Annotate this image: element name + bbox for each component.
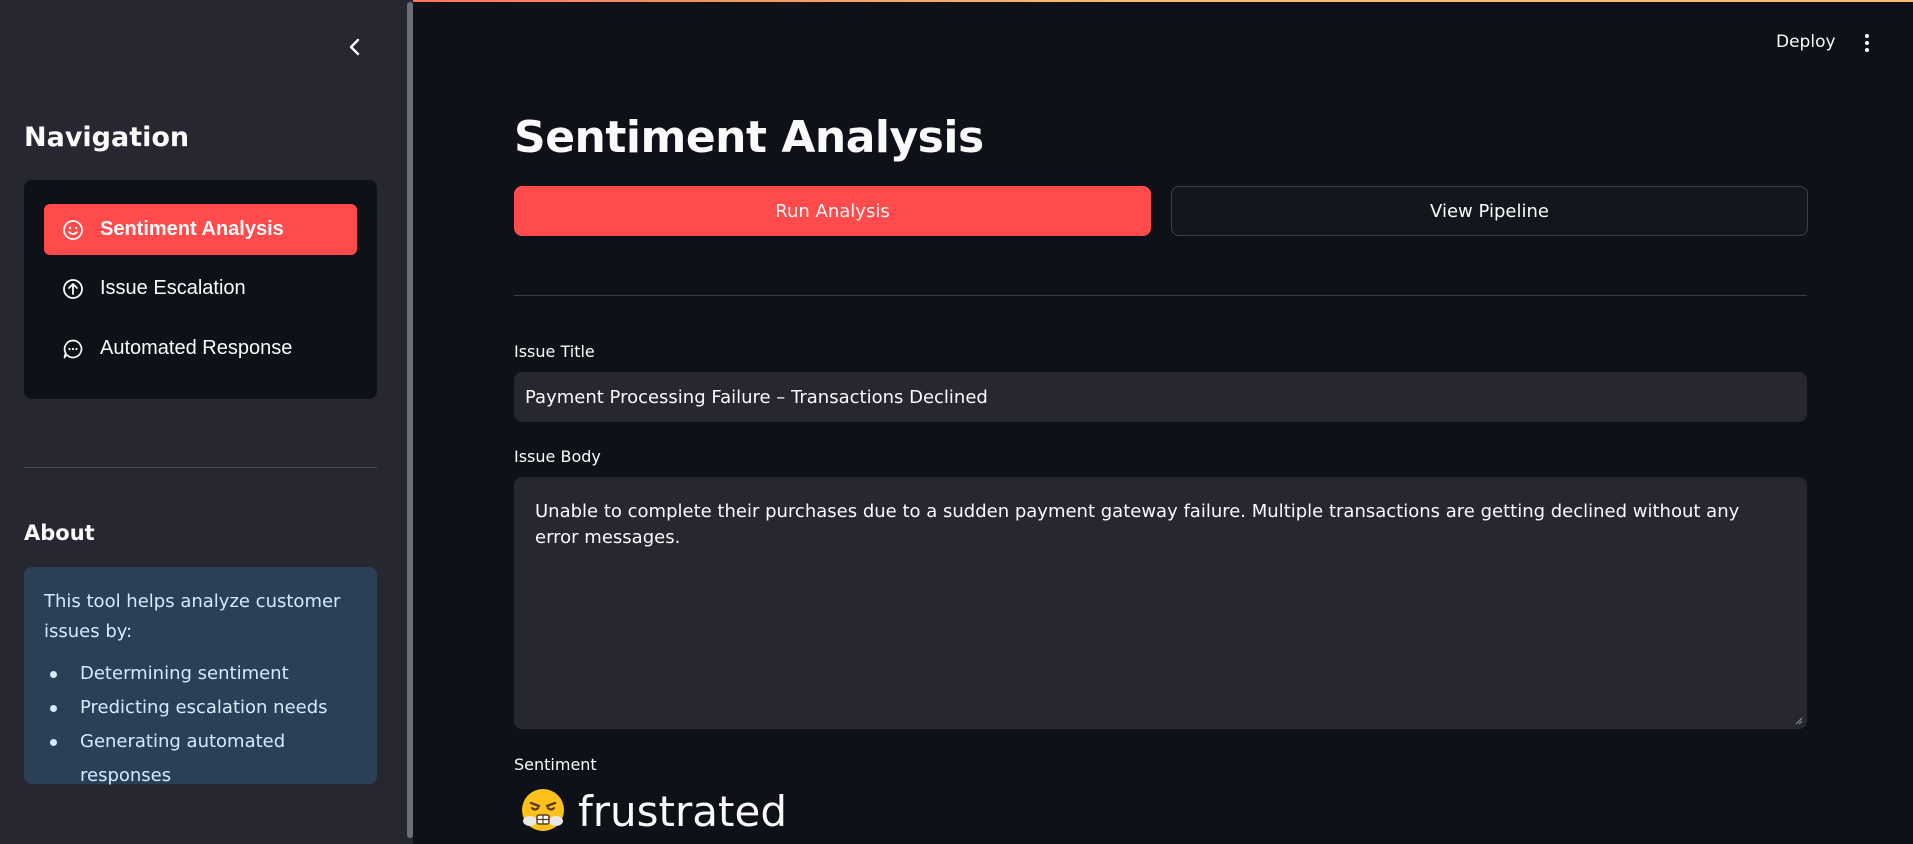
issue-body-textarea[interactable]: Unable to complete their purchases due t… <box>514 477 1807 729</box>
nav-item-automated-response[interactable]: Automated Response <box>44 323 357 374</box>
run-analysis-button[interactable]: Run Analysis <box>514 186 1151 236</box>
nav-item-label: Sentiment Analysis <box>100 218 284 240</box>
sentiment-label: Sentiment <box>514 755 597 774</box>
nav-item-issue-escalation[interactable]: Issue Escalation <box>44 263 357 314</box>
sidebar-scrollbar[interactable] <box>407 2 413 838</box>
view-pipeline-button[interactable]: View Pipeline <box>1171 186 1808 236</box>
main-divider <box>514 295 1807 296</box>
about-heading: About <box>24 521 95 545</box>
sentiment-value: frustrated <box>578 786 787 836</box>
nav-item-label: Issue Escalation <box>100 277 246 299</box>
issue-title-input[interactable]: Payment Processing Failure – Transaction… <box>514 372 1807 422</box>
issue-body-text: Unable to complete their purchases due t… <box>535 501 1740 548</box>
nav-menu: Sentiment Analysis Issue Escalation Auto… <box>24 180 377 399</box>
issue-title-label: Issue Title <box>514 342 595 361</box>
page-title: Sentiment Analysis <box>514 112 984 163</box>
deploy-button[interactable]: Deploy <box>1776 32 1836 52</box>
collapse-sidebar-button[interactable] <box>340 32 370 62</box>
chat-bubble-icon <box>62 338 84 360</box>
kebab-menu-icon[interactable] <box>1857 31 1877 55</box>
smile-icon <box>62 219 84 241</box>
chevron-left-icon <box>349 38 360 56</box>
nav-heading: Navigation <box>24 122 190 153</box>
about-list: Determining sentiment Predicting escalat… <box>44 657 357 793</box>
issue-body-label: Issue Body <box>514 447 601 466</box>
list-item: Generating automated responses <box>44 725 357 793</box>
resize-grip-icon[interactable] <box>1793 715 1803 725</box>
arrow-up-circle-icon <box>62 278 84 300</box>
frustrated-face-emoji <box>522 789 564 831</box>
sentiment-result: frustrated <box>518 786 787 836</box>
about-text: This tool helps analyze customer issues … <box>44 591 341 642</box>
sidebar: Navigation Sentiment Analysis Issue Esca… <box>0 0 413 844</box>
nav-item-sentiment-analysis[interactable]: Sentiment Analysis <box>44 204 357 255</box>
sidebar-divider <box>24 467 377 468</box>
about-info-box: This tool helps analyze customer issues … <box>24 567 377 786</box>
list-item: Predicting escalation needs <box>44 691 357 725</box>
nav-item-label: Automated Response <box>100 337 293 359</box>
list-item: Determining sentiment <box>44 657 357 691</box>
